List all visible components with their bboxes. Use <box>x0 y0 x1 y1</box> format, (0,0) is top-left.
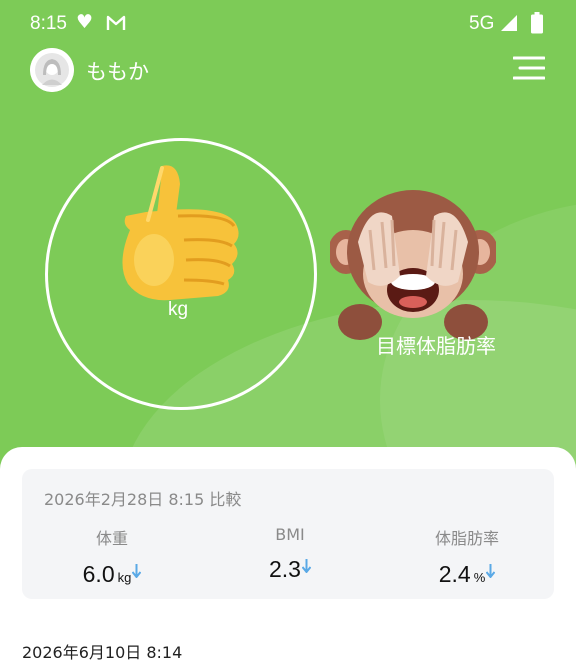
metric-unit: % <box>473 570 486 585</box>
down-arrow-icon <box>132 563 142 582</box>
heart-icon: ♥ <box>76 11 94 33</box>
metric-label: 体脂肪率 <box>434 529 499 548</box>
avatar[interactable] <box>30 48 74 92</box>
battery-icon <box>531 12 543 39</box>
metric-label: BMI <box>275 525 305 544</box>
gmail-icon <box>106 14 126 37</box>
metric-value: 2.3 <box>269 556 301 582</box>
bottom-sheet: 2026年2月28日 8:15 比較 体重 6.0 kg BMI 2.3 体脂肪率… <box>0 447 576 668</box>
metric-value-row: 2.4% <box>387 561 547 588</box>
comparison-card[interactable]: 2026年2月28日 8:15 比較 体重 6.0 kg BMI 2.3 体脂肪率… <box>22 469 554 599</box>
network-label: 5G <box>469 13 495 34</box>
thumbs-up-icon <box>108 160 248 310</box>
menu-icon[interactable] <box>512 55 546 87</box>
comparison-title: 2026年2月28日 8:15 比較 <box>44 490 242 509</box>
metric-value: 6.0 <box>82 561 115 587</box>
status-time: 8:15 <box>30 13 67 34</box>
see-no-evil-monkey-icon <box>328 182 498 342</box>
metric-label: 体重 <box>95 529 128 548</box>
down-arrow-icon <box>301 558 312 577</box>
metric-unit: kg <box>117 570 132 585</box>
metric-value-row: 6.0 kg <box>32 561 192 588</box>
metric-weight: 体重 6.0 kg <box>32 525 192 588</box>
metric-value-row: 2.3 <box>210 556 370 583</box>
signal-icon <box>500 14 518 37</box>
down-arrow-icon <box>485 563 496 582</box>
history-date[interactable]: 2026年6月10日 8:14 <box>22 639 182 663</box>
gauge-unit-label: kg <box>168 299 189 320</box>
metric-body-fat: 体脂肪率 2.4% <box>387 525 547 588</box>
metric-value: 2.4 <box>438 561 471 587</box>
metric-bmi: BMI 2.3 <box>210 525 370 583</box>
target-body-fat-label[interactable]: 目標体脂肪率 <box>376 330 496 359</box>
status-bar: 8:15 ♥ 5G <box>0 0 576 48</box>
user-name[interactable]: ももか <box>86 56 149 86</box>
